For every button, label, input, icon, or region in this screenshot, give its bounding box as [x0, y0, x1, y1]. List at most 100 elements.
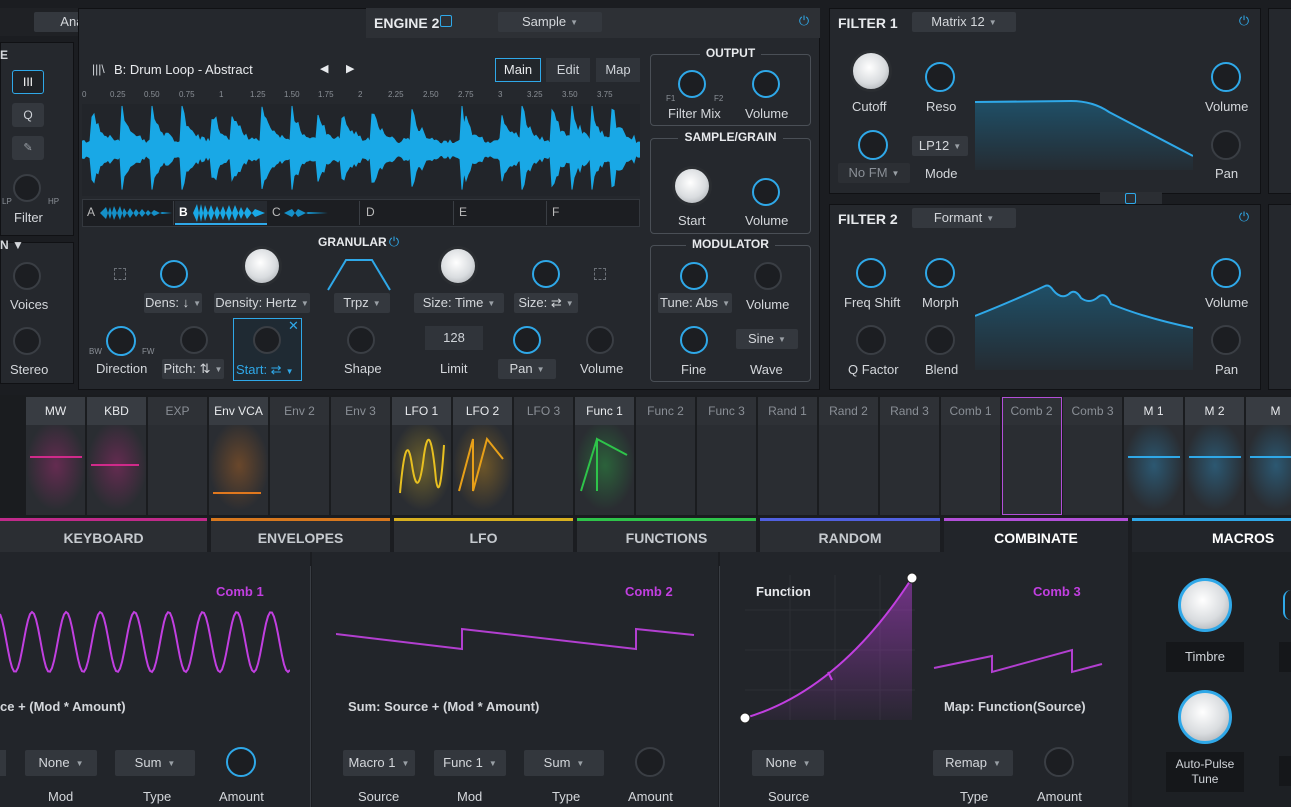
density-knob[interactable]: [242, 246, 282, 286]
engine2-power-icon[interactable]: ⏻: [797, 14, 811, 28]
filter-knob[interactable]: [13, 174, 41, 202]
comb1-partial-control[interactable]: [0, 750, 6, 776]
fm-knob[interactable]: [858, 130, 888, 160]
mod-source-comb-3[interactable]: Comb 3: [1063, 397, 1123, 515]
mod-source-comb-2[interactable]: Comb 2: [1002, 397, 1062, 515]
slot-c[interactable]: C: [268, 201, 360, 225]
tab-keyboard[interactable]: KEYBOARD: [0, 518, 207, 552]
mod-source-m[interactable]: M: [1246, 397, 1291, 515]
pitch-knob[interactable]: [180, 326, 208, 354]
timbre-macro-label[interactable]: Timbre: [1166, 642, 1244, 672]
slot-a[interactable]: A: [84, 201, 174, 225]
tune-knob[interactable]: [680, 262, 708, 290]
density-dropdown[interactable]: Density: Hertz ▼: [214, 293, 310, 313]
tab-combinate[interactable]: COMBINATE: [944, 518, 1128, 552]
mod-source-lfo-2[interactable]: LFO 2: [453, 397, 513, 515]
size-dropdown[interactable]: Size: ⇄ ▼: [514, 293, 578, 313]
mod-source-rand-3[interactable]: Rand 3: [880, 397, 940, 515]
reso-knob[interactable]: [925, 62, 955, 92]
granular-link-icon-left[interactable]: [114, 268, 126, 280]
mod-source-env-vca[interactable]: Env VCA: [209, 397, 269, 515]
fm-dropdown[interactable]: No FM ▼: [838, 163, 910, 183]
fine-knob[interactable]: [680, 326, 708, 354]
comb3-amount-knob[interactable]: [1044, 747, 1074, 777]
tab-envelopes[interactable]: ENVELOPES: [211, 518, 390, 552]
tab-functions[interactable]: FUNCTIONS: [577, 518, 756, 552]
dens-knob[interactable]: [160, 260, 188, 288]
comb2-amount-knob[interactable]: [635, 747, 665, 777]
pitch-dropdown[interactable]: Pitch: ⇅ ▼: [162, 359, 224, 379]
output-volume-knob[interactable]: [752, 70, 780, 98]
pencil-icon[interactable]: ✎: [12, 136, 44, 160]
blend-knob[interactable]: [925, 325, 955, 355]
granular-volume-knob[interactable]: [586, 326, 614, 354]
morph-knob[interactable]: [925, 258, 955, 288]
slot-e[interactable]: E: [455, 201, 547, 225]
comb1-amount-knob[interactable]: [226, 747, 256, 777]
mode-dropdown[interactable]: LP12 ▼: [912, 136, 968, 156]
trpz-dropdown[interactable]: Trpz ▼: [334, 293, 390, 313]
view-tab-edit[interactable]: Edit: [546, 58, 590, 82]
filter1-volume-knob[interactable]: [1211, 62, 1241, 92]
filter2-pan-knob[interactable]: [1211, 325, 1241, 355]
mod-source-env-2[interactable]: Env 2: [270, 397, 330, 515]
mod-volume-knob[interactable]: [754, 262, 782, 290]
comb2-source-dropdown[interactable]: Macro 1 ▼: [343, 750, 415, 776]
sample-name[interactable]: B: Drum Loop - Abstract: [114, 62, 253, 77]
tune-dropdown[interactable]: Tune: Abs ▼: [658, 293, 732, 313]
macro-label-partial[interactable]: [1279, 642, 1291, 672]
size-time-dropdown[interactable]: Size: Time ▼: [414, 293, 504, 313]
granular-power-icon[interactable]: ⏻: [387, 235, 401, 249]
sample-waveform[interactable]: [82, 104, 640, 196]
wave-dropdown[interactable]: Sine ▼: [736, 329, 798, 349]
tab-random[interactable]: RANDOM: [760, 518, 940, 552]
mod-source-comb-1[interactable]: Comb 1: [941, 397, 1001, 515]
size-knob[interactable]: [532, 260, 560, 288]
filter-mix-knob[interactable]: [678, 70, 706, 98]
limit-value[interactable]: 128: [425, 326, 483, 350]
stereo-knob[interactable]: [13, 327, 41, 355]
auto-pulse-macro-knob[interactable]: [1178, 690, 1232, 744]
close-icon[interactable]: ✕: [288, 318, 299, 334]
slot-d[interactable]: D: [362, 201, 454, 225]
timbre-macro-knob[interactable]: [1178, 578, 1232, 632]
mod-source-mw[interactable]: MW: [26, 397, 86, 515]
sample-volume-knob[interactable]: [752, 178, 780, 206]
function-curve-editor[interactable]: [740, 570, 920, 725]
comb3-source-dropdown[interactable]: None ▼: [752, 750, 824, 776]
mod-source-rand-1[interactable]: Rand 1: [758, 397, 818, 515]
filter1-type-dropdown[interactable]: Matrix 12 ▼: [912, 12, 1016, 32]
next-sample-icon[interactable]: ▶: [346, 62, 354, 75]
slot-f[interactable]: F: [548, 201, 638, 225]
mod-source-m-2[interactable]: M 2: [1185, 397, 1245, 515]
copy-icon[interactable]: [440, 15, 452, 27]
cutoff-knob[interactable]: [850, 50, 892, 92]
filter2-type-dropdown[interactable]: Formant ▼: [912, 208, 1016, 228]
comb2-mod-dropdown[interactable]: Func 1 ▼: [434, 750, 506, 776]
prev-sample-icon[interactable]: ◀: [320, 62, 328, 75]
mod-source-lfo-1[interactable]: LFO 1: [392, 397, 452, 515]
mod-source-exp[interactable]: EXP: [148, 397, 208, 515]
granular-link-icon-right[interactable]: [594, 268, 606, 280]
q-factor-knob[interactable]: [856, 325, 886, 355]
sample-menu-icon[interactable]: |||\: [92, 62, 105, 76]
comb1-type-dropdown[interactable]: Sum ▼: [115, 750, 195, 776]
mod-source-m-1[interactable]: M 1: [1124, 397, 1184, 515]
freq-shift-knob[interactable]: [856, 258, 886, 288]
filter1-pan-knob[interactable]: [1211, 130, 1241, 160]
start-knob[interactable]: [672, 166, 712, 206]
bars-mode-button[interactable]: III: [12, 70, 44, 94]
view-tab-main[interactable]: Main: [495, 58, 541, 82]
mod-source-lfo-3[interactable]: LFO 3: [514, 397, 574, 515]
mod-source-func-2[interactable]: Func 2: [636, 397, 696, 515]
mod-source-env-3[interactable]: Env 3: [331, 397, 391, 515]
mod-source-kbd[interactable]: KBD: [87, 397, 147, 515]
filter1-power-icon[interactable]: ⏻: [1237, 14, 1251, 28]
slot-b[interactable]: B: [175, 201, 267, 225]
comb1-mod-dropdown[interactable]: None ▼: [25, 750, 97, 776]
filter2-power-icon[interactable]: ⏻: [1237, 210, 1251, 224]
pan-knob[interactable]: [513, 326, 541, 354]
macro-label-partial[interactable]: [1279, 756, 1291, 786]
tab-lfo[interactable]: LFO: [394, 518, 573, 552]
engine2-mode-dropdown[interactable]: Sample ▼: [498, 12, 602, 32]
